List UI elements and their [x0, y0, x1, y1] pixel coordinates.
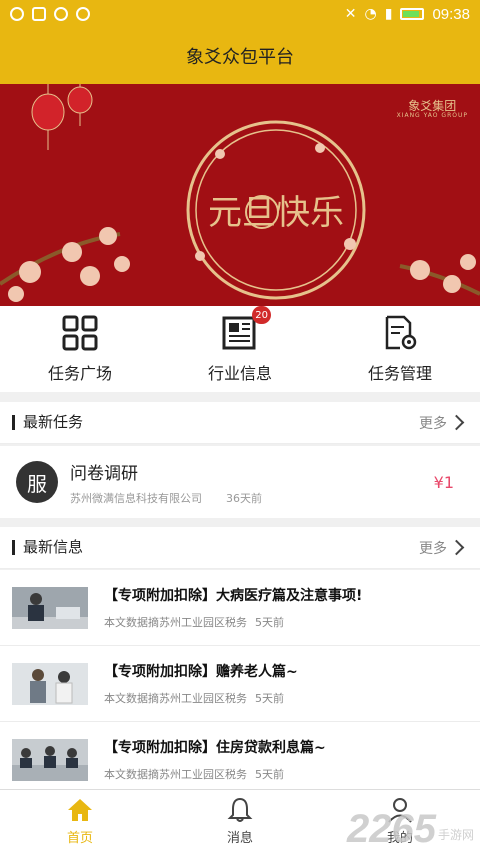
quick-task-square[interactable]: 任务广场 — [0, 306, 160, 392]
section-title: 最新信息 — [12, 540, 83, 555]
list-item[interactable]: 【专项附加扣除】赡养老人篇~ 本文数据摘苏州工业园区税务 5天前 — [0, 646, 480, 722]
news-time: 5天前 — [255, 616, 284, 629]
tasks-more-link[interactable]: 更多 — [419, 413, 468, 433]
news-more-link[interactable]: 更多 — [419, 538, 468, 558]
shield-icon — [54, 7, 68, 21]
more-label: 更多 — [419, 415, 447, 432]
news-time: 5天前 — [255, 692, 284, 705]
tab-label: 首页 — [66, 831, 93, 846]
more-icon — [76, 7, 90, 21]
mute-icon: ✕ — [344, 6, 357, 22]
more-label: 更多 — [419, 540, 447, 557]
chevron-right-icon — [448, 539, 465, 556]
chat-icon — [10, 7, 24, 21]
watermark-text: 手游网 — [437, 828, 474, 842]
notification-badge: 20 — [252, 306, 271, 324]
status-time: 09:38 — [432, 5, 470, 23]
status-icons-left — [10, 7, 90, 21]
quick-label: 任务广场 — [47, 364, 112, 383]
section-title: 最新任务 — [12, 415, 83, 430]
avatar: 服 — [16, 461, 58, 503]
news-source: 本文数据摘苏州工业园区税务 — [104, 692, 247, 705]
news-title: 【专项附加扣除】住房贷款利息篇~ — [104, 740, 326, 756]
quick-label: 行业信息 — [207, 364, 272, 383]
quick-industry-info[interactable]: 20 行业信息 — [160, 306, 320, 392]
task-company: 苏州微满信息科技有限公司 — [70, 491, 202, 505]
quick-actions: 任务广场 20 行业信息 任务管理 — [0, 306, 480, 392]
bell-icon — [227, 797, 253, 822]
grid-icon — [61, 314, 99, 352]
status-icons-right: ✕ ◔ ▮ 09:38 — [345, 6, 470, 23]
task-item[interactable]: 服 问卷调研 苏州微满信息科技有限公司 36天前 ¥1 — [0, 446, 480, 518]
list-item[interactable]: 【专项附加扣除】大病医疗篇及注意事项! 本文数据摘苏州工业园区税务 5天前 — [0, 570, 480, 646]
document-gear-icon — [381, 314, 419, 352]
tab-home[interactable]: 首页 — [0, 790, 160, 853]
quick-label: 任务管理 — [367, 364, 432, 383]
promo-banner[interactable]: 元旦快乐 象爻集团 XIANG YAO GROUP — [0, 84, 480, 306]
watermark-number: 2265 — [347, 807, 436, 851]
news-thumbnail — [12, 738, 88, 781]
brand-logo: 象爻集团 XIANG YAO GROUP — [396, 99, 468, 120]
news-source: 本文数据摘苏州工业园区税务 — [104, 616, 247, 629]
news-title: 【专项附加扣除】大病医疗篇及注意事项! — [104, 588, 363, 604]
banner-greeting: 元旦快乐 — [208, 193, 344, 233]
signal-icon: ▮ — [384, 6, 393, 22]
wifi-icon: ◔ — [364, 6, 377, 22]
battery-icon — [400, 8, 425, 20]
news-source: 本文数据摘苏州工业园区税务 — [104, 768, 247, 781]
page-title: 象爻众包平台 — [186, 47, 294, 68]
app-header: 象爻众包平台 — [0, 28, 480, 84]
site-watermark: 2265 手游网 — [347, 809, 474, 849]
status-bar: ✕ ◔ ▮ 09:38 — [0, 0, 480, 28]
list-item[interactable]: 【专项附加扣除】住房贷款利息篇~ 本文数据摘苏州工业园区税务 5天前 — [0, 722, 480, 798]
task-title: 问卷调研 — [70, 463, 138, 484]
news-title: 【专项附加扣除】赡养老人篇~ — [104, 664, 298, 680]
quick-task-manage[interactable]: 任务管理 — [320, 306, 480, 392]
news-list: 【专项附加扣除】大病医疗篇及注意事项! 本文数据摘苏州工业园区税务 5天前 【专… — [0, 570, 480, 798]
brand-subtitle: XIANG YAO GROUP — [396, 112, 468, 120]
news-thumbnail — [12, 586, 88, 629]
latest-tasks-header: 最新任务 更多 — [0, 402, 480, 444]
chevron-right-icon — [448, 414, 465, 431]
newspaper-icon: 20 — [221, 306, 271, 352]
home-icon — [68, 799, 92, 821]
usb-icon — [32, 7, 46, 21]
task-price: ¥1 — [433, 472, 454, 492]
task-time: 36天前 — [226, 491, 262, 505]
news-time: 5天前 — [255, 768, 284, 781]
latest-info-header: 最新信息 更多 — [0, 527, 480, 569]
news-thumbnail — [12, 662, 88, 705]
tab-messages[interactable]: 消息 — [160, 790, 320, 853]
tab-label: 消息 — [226, 831, 253, 846]
